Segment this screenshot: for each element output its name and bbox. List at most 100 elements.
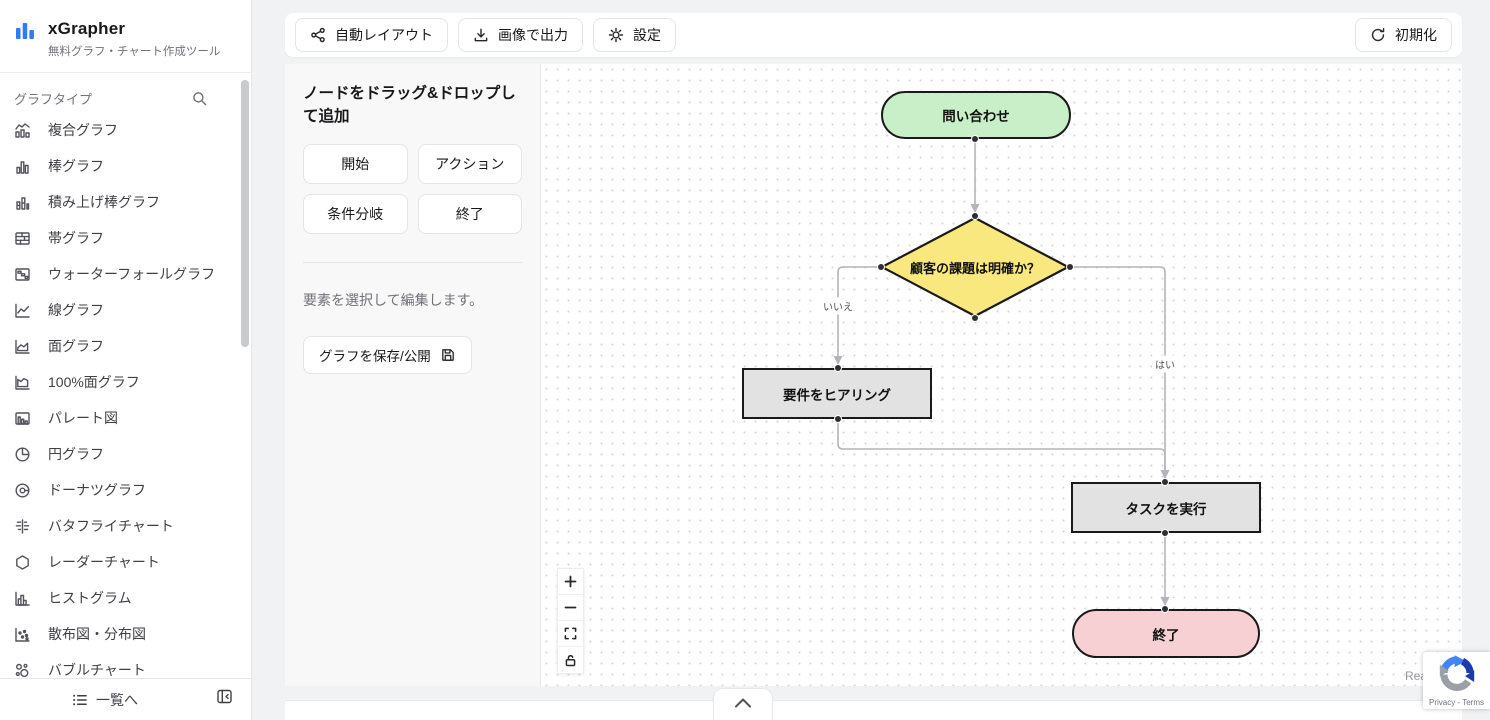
list-view-button[interactable]: 一覧へ (72, 687, 138, 713)
donut-chart-icon (14, 482, 31, 499)
handle-decision-bottom[interactable] (972, 315, 978, 321)
sidebar-item-label: 積み上げ棒グラフ (48, 192, 160, 212)
sidebar: xGrapher 無料グラフ・チャート作成ツール グラフタイプ 複合グラフ棒グラ… (0, 0, 252, 720)
sidebar-item-histogram-chart[interactable]: ヒストグラム (0, 580, 251, 616)
zoom-out-button[interactable] (558, 595, 583, 621)
handle-decision-right[interactable] (1067, 264, 1073, 270)
scatter-chart-icon (14, 626, 31, 643)
handle-task-top[interactable] (1162, 479, 1168, 485)
palette-node-end[interactable]: 終了 (418, 194, 523, 234)
flow-edges (541, 64, 1462, 686)
sidebar-item-stacked-bar-chart[interactable]: 積み上げ棒グラフ (0, 184, 251, 220)
sidebar-item-waterfall-chart[interactable]: ウォーターフォールグラフ (0, 256, 251, 292)
divider (303, 262, 522, 263)
sidebar-item-donut-chart[interactable]: ドーナツグラフ (0, 472, 251, 508)
handle-end-top[interactable] (1162, 606, 1168, 612)
node-decision[interactable]: 顧客の課題は明確か？ (880, 216, 1070, 318)
sidebar-item-label: ドーナツグラフ (48, 480, 146, 500)
settings-button[interactable]: 設定 (593, 18, 676, 52)
handle-hearing-top[interactable] (835, 365, 841, 371)
sidebar-item-line-chart[interactable]: 線グラフ (0, 292, 251, 328)
refresh-icon (1370, 27, 1386, 43)
node-hearing[interactable]: 要件をヒアリング (742, 368, 932, 419)
butterfly-chart-icon (14, 518, 31, 535)
share-network-icon (310, 27, 326, 43)
app-logo: xGrapher 無料グラフ・チャート作成ツール (0, 0, 251, 72)
bar-chart-icon (14, 158, 31, 175)
sidebar-item-label: レーダーチャート (48, 552, 160, 572)
list-icon (72, 692, 88, 708)
reset-label: 初期化 (1395, 25, 1437, 45)
recaptcha-badge[interactable]: Privacy - Terms (1423, 652, 1490, 709)
minus-icon (564, 601, 577, 614)
sidebar-item-pie-chart[interactable]: 円グラフ (0, 436, 251, 472)
export-image-label: 画像で出力 (498, 25, 568, 45)
sidebar-item-label: ウォーターフォールグラフ (48, 264, 215, 284)
save-publish-label: グラフを保存/公開 (319, 345, 431, 365)
sidebar-item-area-chart[interactable]: 面グラフ (0, 328, 251, 364)
lock-interactivity-button[interactable] (558, 647, 583, 673)
handle-task-bottom[interactable] (1162, 530, 1168, 536)
save-publish-button[interactable]: グラフを保存/公開 (303, 336, 472, 374)
sidebar-scrollbar[interactable] (241, 80, 249, 347)
node-end[interactable]: 終了 (1072, 609, 1260, 658)
combo-chart-icon (14, 122, 31, 139)
node-palette-panel: ノードをドラッグ&ドロップして追加 開始 アクション 条件分岐 終了 要素を選択… (285, 64, 541, 686)
sidebar-item-band-chart[interactable]: 帯グラフ (0, 220, 251, 256)
sidebar-item-bar-chart[interactable]: 棒グラフ (0, 148, 251, 184)
sidebar-item-scatter-chart[interactable]: 散布図・分布図 (0, 616, 251, 652)
unlock-icon (564, 654, 577, 667)
chevron-up-icon (734, 697, 752, 708)
handle-hearing-bottom[interactable] (835, 416, 841, 422)
sidebar-item-label: ヒストグラム (48, 588, 132, 608)
palette-node-decision[interactable]: 条件分岐 (303, 194, 408, 234)
histogram-chart-icon (14, 590, 31, 607)
handle-start-bottom[interactable] (972, 136, 978, 142)
node-start[interactable]: 問い合わせ (881, 91, 1071, 139)
palette-node-start[interactable]: 開始 (303, 144, 408, 184)
area-100-chart-icon (14, 374, 31, 391)
list-view-label: 一覧へ (96, 690, 138, 710)
maximize-icon (564, 627, 577, 640)
sidebar-item-combo-chart[interactable]: 複合グラフ (0, 112, 251, 148)
sidebar-item-label: 複合グラフ (48, 120, 118, 140)
node-end-label: 終了 (1153, 624, 1180, 644)
download-icon (473, 27, 489, 43)
edge-label-no[interactable]: いいえ (820, 298, 856, 315)
export-image-button[interactable]: 画像で出力 (458, 18, 583, 52)
sidebar-item-pareto-chart[interactable]: パレート図 (0, 400, 251, 436)
sidebar-item-label: 100%面グラフ (48, 372, 140, 392)
node-task[interactable]: タスクを実行 (1071, 482, 1261, 533)
line-chart-icon (14, 302, 31, 319)
sidebar-item-label: バブルチャート (48, 660, 146, 678)
palette-node-action[interactable]: アクション (418, 144, 523, 184)
reset-button[interactable]: 初期化 (1355, 18, 1452, 52)
app-subtitle: 無料グラフ・チャート作成ツール (48, 43, 220, 59)
sidebar-item-radar-chart[interactable]: レーダーチャート (0, 544, 251, 580)
search-icon[interactable] (192, 91, 207, 106)
plus-icon (564, 575, 577, 588)
handle-decision-top[interactable] (972, 213, 978, 219)
fit-view-button[interactable] (558, 621, 583, 647)
sidebar-item-label: 帯グラフ (48, 228, 104, 248)
chart-type-list: 複合グラフ棒グラフ積み上げ棒グラフ帯グラフウォーターフォールグラフ線グラフ面グラ… (0, 112, 251, 678)
sidebar-item-label: 棒グラフ (48, 156, 104, 176)
flow-editor: ノードをドラッグ&ドロップして追加 開始 アクション 条件分岐 終了 要素を選択… (285, 64, 1462, 686)
pie-chart-icon (14, 446, 31, 463)
sidebar-item-bubble-chart[interactable]: バブルチャート (0, 652, 251, 678)
zoom-in-button[interactable] (558, 569, 583, 595)
settings-label: 設定 (633, 25, 661, 45)
radar-chart-icon (14, 554, 31, 571)
recaptcha-terms-label[interactable]: Privacy - Terms (1423, 698, 1490, 707)
expand-bottom-panel-button[interactable] (713, 688, 773, 720)
band-chart-icon (14, 230, 31, 247)
collapse-sidebar-button[interactable] (216, 688, 233, 708)
sidebar-item-area-100-chart[interactable]: 100%面グラフ (0, 364, 251, 400)
auto-layout-button[interactable]: 自動レイアウト (295, 18, 448, 52)
node-task-label: タスクを実行 (1126, 498, 1207, 518)
sidebar-item-butterfly-chart[interactable]: バタフライチャート (0, 508, 251, 544)
edge-label-yes[interactable]: はい (1152, 356, 1178, 373)
handle-decision-left[interactable] (878, 264, 884, 270)
flow-canvas[interactable]: いいえ はい 問い合わせ 顧客の課題は明確か？ 要件をヒアリング タスクを実行 … (541, 64, 1462, 686)
auto-layout-label: 自動レイアウト (335, 25, 433, 45)
